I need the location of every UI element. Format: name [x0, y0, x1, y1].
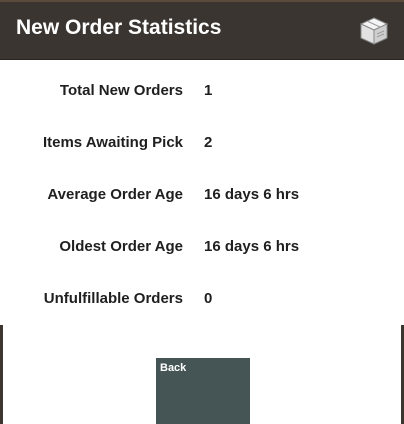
stat-row-average-order-age: Average Order Age 16 days 6 hrs — [0, 186, 404, 210]
back-button-label: Back — [160, 362, 187, 374]
stat-label: Unfulfillable Orders — [43, 290, 183, 307]
stat-label: Average Order Age — [47, 186, 183, 203]
stat-label: Oldest Order Age — [59, 238, 183, 255]
header-top-strip — [0, 0, 404, 2]
box-icon — [358, 15, 390, 47]
stat-value: 1 — [204, 82, 213, 99]
stat-value: 2 — [204, 134, 213, 151]
stat-value: 16 days 6 hrs — [204, 186, 300, 203]
dialog: New Order Statistics Total New Orders 1 … — [0, 0, 404, 424]
stat-value: 16 days 6 hrs — [204, 238, 300, 255]
page-title: New Order Statistics — [16, 16, 222, 39]
background-edge-left — [0, 325, 3, 424]
stat-label: Total New Orders — [59, 82, 183, 99]
stat-row-oldest-order-age: Oldest Order Age 16 days 6 hrs — [0, 238, 404, 262]
stat-row-items-awaiting-pick: Items Awaiting Pick 2 — [0, 134, 404, 158]
back-button[interactable]: Back — [156, 358, 250, 424]
dialog-header: New Order Statistics — [0, 0, 404, 60]
stat-row-unfulfillable-orders: Unfulfillable Orders 0 — [0, 290, 404, 314]
stat-value: 0 — [204, 290, 213, 307]
stat-row-total-new-orders: Total New Orders 1 — [0, 82, 404, 106]
stat-label: Items Awaiting Pick — [42, 134, 183, 151]
